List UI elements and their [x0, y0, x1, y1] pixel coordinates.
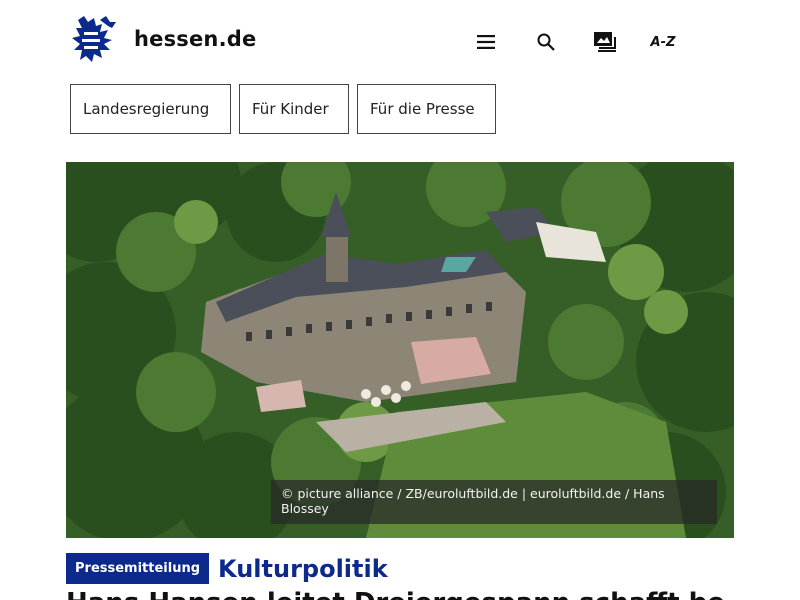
hero-image: © picture alliance / ZB/euroluftbild.de …	[66, 162, 734, 538]
site-header: hessen.de A-Z	[0, 0, 800, 80]
sign-language-button[interactable]	[591, 28, 619, 56]
article-meta: Pressemitteilung Kulturpolitik	[66, 553, 388, 584]
site-brand[interactable]: hessen.de	[134, 27, 256, 51]
quicklink-landesregierung[interactable]: Landesregierung	[70, 84, 231, 134]
quicklinks-nav: Landesregierung Für Kinder Für die Press…	[70, 84, 496, 134]
hamburger-menu-icon	[477, 35, 495, 49]
menu-button[interactable]	[474, 28, 498, 56]
hessen-lion-logo-icon[interactable]	[70, 14, 118, 64]
article-category[interactable]: Kulturpolitik	[218, 555, 388, 583]
article-headline[interactable]: Hans Hansen leitet Dreiergespann schafft…	[66, 588, 726, 600]
search-icon	[537, 33, 555, 51]
quicklink-fuer-die-presse[interactable]: Für die Presse	[357, 84, 496, 134]
sign-language-icon	[594, 32, 616, 52]
search-button[interactable]	[534, 28, 558, 56]
a-z-index-button[interactable]: A-Z	[646, 28, 680, 56]
press-release-badge: Pressemitteilung	[66, 553, 210, 584]
quicklink-fuer-kinder[interactable]: Für Kinder	[239, 84, 349, 134]
image-caption: © picture alliance / ZB/euroluftbild.de …	[271, 480, 717, 524]
